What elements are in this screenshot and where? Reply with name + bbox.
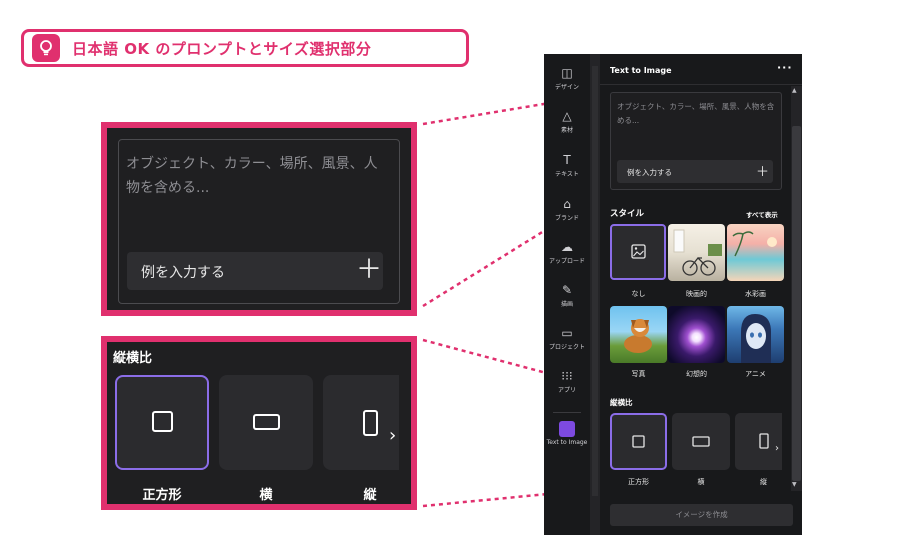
plus-icon[interactable]: ＋ (756, 161, 769, 180)
sidebar-item-label: 描画 (560, 301, 573, 308)
style-watercolor-thumb[interactable] (727, 224, 784, 281)
sidebar-item-text[interactable]: T テキスト (544, 153, 590, 178)
upload-icon: ☁ (561, 240, 573, 254)
sidebar-item-projects[interactable]: ▭ プロジェクト (544, 326, 590, 351)
sidebar-item-label: Text to Image (546, 439, 588, 446)
panel-scrollbar-thumb[interactable] (792, 126, 801, 481)
portrait-icon (363, 410, 378, 436)
folder-icon: ▭ (561, 326, 573, 340)
sidebar-item-uploads[interactable]: ☁ アップロード (544, 240, 590, 265)
sidebar-item-design[interactable]: ◫ デザイン (544, 66, 590, 91)
brand-icon: ⌂ (563, 197, 571, 211)
aspect-zoom-landscape-card[interactable] (219, 375, 313, 470)
aspect-zoom-title: 縦横比 (113, 351, 153, 366)
aspect-zoom-portrait-card[interactable] (323, 375, 399, 470)
style-label-fantasy: 幻想的 (686, 370, 707, 378)
text-icon: T (563, 153, 571, 167)
panel-title: Text to Image (610, 66, 672, 75)
prompt-zoom-example-label: 例を入力する (141, 265, 225, 281)
landscape-icon (692, 436, 710, 447)
prompt-placeholder: オブジェクト、カラー、場所、風景、人物を含める... (617, 102, 775, 125)
anime-girl-image (741, 314, 771, 363)
chevron-right-icon[interactable]: › (389, 425, 396, 446)
aspect-label-square: 正方形 (628, 478, 649, 486)
beach-image (732, 231, 777, 257)
style-anime-thumb[interactable] (727, 306, 784, 363)
portrait-icon (759, 433, 769, 449)
aspect-zoom-label-square: 正方形 (142, 488, 182, 503)
sidebar-item-label: デザイン (554, 84, 579, 91)
draw-icon: ✎ (561, 283, 573, 297)
style-none-card[interactable] (610, 224, 666, 280)
landscape-icon (253, 414, 280, 430)
square-icon (632, 435, 645, 448)
prompt-zoom-placeholder: オブジェクト、カラー、場所、風景、人物を含める... (126, 156, 378, 196)
sidebar-item-label: ブランド (554, 215, 579, 222)
aspect-square-card[interactable] (610, 413, 667, 470)
layout-icon: ◫ (561, 66, 573, 80)
sidebar-divider (553, 412, 581, 413)
aspect-zoom-label-portrait: 縦 (363, 488, 377, 503)
image-icon (631, 244, 646, 259)
style-label-photo: 写真 (631, 370, 646, 378)
aspect-zoom-square-card[interactable] (115, 375, 209, 470)
chevron-right-icon[interactable]: › (775, 443, 779, 454)
sidebar-item-label: テキスト (555, 171, 579, 178)
scroll-down-icon[interactable]: ▼ (792, 481, 797, 488)
sidebar-item-label: アップロード (548, 258, 585, 265)
dog-image (624, 319, 652, 353)
sidebar-item-apps[interactable]: ⁝⁝⁝ アプリ (544, 369, 590, 394)
aspect-label-landscape: 横 (697, 478, 705, 486)
aspect-section-title: 縦横比 (610, 398, 633, 407)
sidebar-item-brand[interactable]: ⌂ ブランド (544, 197, 590, 222)
panel-divider (600, 84, 802, 85)
square-icon (152, 411, 173, 432)
style-label-film: 映画的 (686, 290, 707, 298)
style-photo-thumb[interactable] (610, 306, 667, 363)
bicycle-image (673, 229, 722, 276)
sidebar-item-label: 素材 (560, 127, 573, 134)
style-fantasy-thumb[interactable] (668, 306, 725, 363)
aspect-zoom-label-landscape: 横 (259, 488, 273, 503)
generate-button-label: イメージを作成 (675, 510, 728, 519)
example-button-label: 例を入力する (627, 168, 672, 177)
style-label-anime: アニメ (745, 370, 766, 378)
sidebar-item-label: プロジェクト (548, 344, 585, 351)
sidebar-scrollbar-thumb[interactable] (592, 66, 598, 496)
shapes-icon: △ (562, 109, 572, 123)
text-to-image-icon (559, 421, 575, 437)
aspect-label-portrait: 縦 (760, 478, 767, 486)
see-all-link[interactable]: すべて表示 (746, 209, 778, 219)
sidebar-item-text-to-image[interactable]: Text to Image (544, 421, 590, 446)
style-label-watercolor: 水彩画 (745, 290, 766, 298)
scroll-up-icon[interactable]: ▲ (792, 87, 797, 94)
more-icon[interactable]: ··· (777, 61, 793, 74)
aspect-landscape-card[interactable] (672, 413, 730, 470)
style-film-thumb[interactable] (668, 224, 725, 281)
sidebar-item-draw[interactable]: ✎ 描画 (544, 283, 590, 308)
apps-icon: ⁝⁝⁝ (561, 369, 573, 383)
plus-icon[interactable]: ＋ (356, 257, 382, 283)
aspect-portrait-card[interactable] (735, 413, 782, 470)
sidebar-item-label: アプリ (557, 387, 576, 394)
style-label-none: なし (631, 290, 646, 298)
sidebar-item-elements[interactable]: △ 素材 (544, 109, 590, 134)
style-section-title: スタイル (610, 209, 645, 219)
